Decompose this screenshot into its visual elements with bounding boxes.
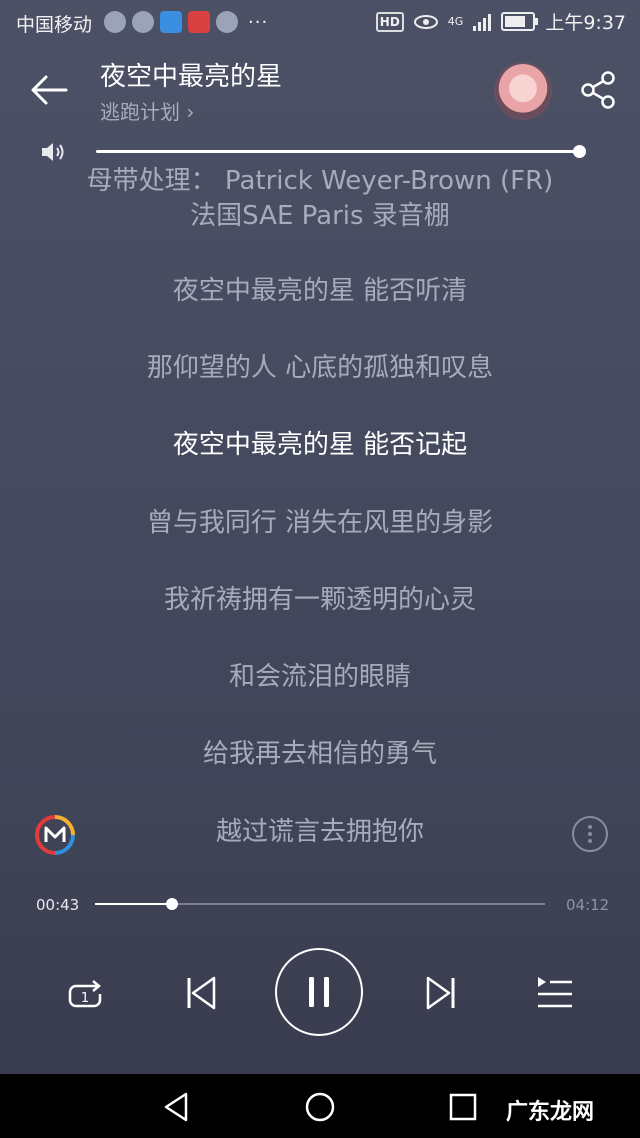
previous-button[interactable] — [180, 970, 224, 1016]
eye-comfort-icon — [413, 14, 438, 29]
lyric-line: 我祈祷拥有一颗透明的心灵 — [163, 585, 476, 615]
music-app-logo[interactable] — [34, 814, 76, 856]
weibo-notification-icon — [104, 11, 126, 33]
status-bar: 中国移动 ··· HD 4G 上午9:37 — [0, 0, 640, 44]
pause-icon — [309, 977, 329, 1007]
cloud-notification-icon — [132, 11, 154, 33]
playlist-icon — [538, 977, 572, 1008]
nav-recents-icon[interactable] — [446, 1090, 480, 1124]
elapsed-time: 00:43 — [36, 896, 80, 914]
wechat-notification-icon — [216, 11, 238, 33]
lyric-line: 曾与我同行 消失在风里的身影 — [146, 508, 494, 538]
progress-fill — [95, 903, 172, 905]
more-options-button[interactable] — [572, 816, 608, 852]
lyric-line: 那仰望的人 心底的孤独和叹息 — [146, 353, 494, 383]
more-dot-icon — [588, 832, 592, 836]
next-track-icon — [426, 976, 455, 1010]
repeat-one-icon: 1 — [68, 980, 102, 1008]
song-title: 夜空中最亮的星 — [100, 62, 283, 92]
watermark: 广东龙网 — [506, 1100, 595, 1125]
playlist-button[interactable] — [534, 970, 576, 1016]
sina-notification-icon — [188, 11, 210, 33]
lyric-line: 和会流泪的眼睛 — [228, 662, 411, 692]
back-arrow-icon — [31, 75, 68, 105]
lyric-line: 越过谎言去拥抱你 — [215, 817, 424, 847]
pause-button[interactable] — [275, 948, 363, 1036]
artist-link[interactable]: 逃跑计划 › — [100, 96, 194, 125]
volume-slider-track[interactable] — [96, 150, 580, 153]
hd-badge: HD — [375, 11, 404, 32]
back-button[interactable] — [26, 66, 74, 114]
volume-icon[interactable] — [40, 140, 68, 164]
share-icon — [581, 71, 615, 109]
battery-icon — [501, 12, 539, 31]
network-type: 4G — [447, 14, 464, 28]
next-button[interactable] — [418, 970, 462, 1016]
lyric-line: 给我再去相信的勇气 — [202, 739, 437, 769]
lyric-line: 法国SAE Paris 录音棚 — [190, 201, 450, 231]
lyrics-panel[interactable]: 母带处理： Patrick Weyer-Brown (FR) 法国SAE Pari… — [0, 150, 640, 850]
system-status: HD 4G 上午9:37 — [375, 8, 626, 35]
lyric-line: 母带处理： Patrick Weyer-Brown (FR) — [86, 166, 554, 196]
lyric-line: 夜空中最亮的星 能否听清 — [172, 276, 468, 306]
previous-track-icon — [187, 976, 216, 1010]
repeat-one-button[interactable]: 1 — [62, 972, 108, 1018]
volume-slider-thumb[interactable] — [573, 145, 586, 158]
more-dot-icon — [588, 839, 592, 843]
more-notifications-indicator: ··· — [248, 11, 269, 33]
user-avatar[interactable] — [496, 64, 550, 118]
share-button[interactable] — [576, 68, 620, 112]
nav-home-icon[interactable] — [303, 1090, 337, 1124]
clock: 上午9:37 — [545, 12, 626, 34]
progress-thumb[interactable] — [165, 898, 178, 910]
total-time: 04:12 — [566, 896, 610, 914]
more-dot-icon — [588, 825, 592, 829]
lyric-line-current: 夜空中最亮的星 能否记起 — [172, 430, 468, 460]
notification-icons: ··· — [104, 11, 268, 33]
carrier-name: 中国移动 — [16, 14, 93, 36]
music-app-logo-icon — [34, 815, 75, 855]
repeat-count: 1 — [81, 991, 89, 1006]
nav-back-icon[interactable] — [160, 1090, 194, 1124]
app-notification-icon — [160, 11, 182, 33]
signal-icon — [473, 13, 492, 31]
